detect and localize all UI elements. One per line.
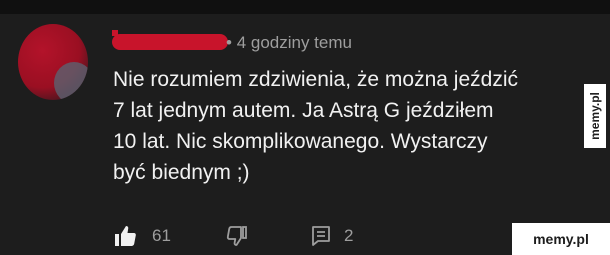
screenshot-frame: • 4 godziny temu Nie rozumiem zdziwienia… [0, 0, 610, 255]
top-divider [0, 0, 610, 14]
avatar-shade [54, 62, 88, 100]
like-count: 61 [152, 226, 171, 245]
comment-line: być biednym ;) [113, 161, 250, 184]
comment-text: Nie rozumiem zdziwienia, że można jeździ… [113, 64, 593, 188]
avatar[interactable] [18, 24, 88, 100]
dislike-button[interactable] [225, 224, 249, 248]
comment-line: 10 lat. Nic skomplikowanego. Wystarczy [113, 130, 488, 153]
comment-line: Nie rozumiem zdziwienia, że można jeździ… [113, 68, 518, 91]
thumbs-up-icon [115, 226, 136, 246]
watermark-corner: memy.pl [512, 223, 610, 255]
watermark-side-text: memy.pl [588, 92, 603, 140]
thumbs-down-icon [226, 226, 247, 246]
comment-timestamp[interactable]: 4 godziny temu [237, 33, 352, 52]
like-button[interactable] [113, 224, 137, 248]
meta-separator: • [226, 33, 232, 52]
watermark-corner-text: memy.pl [533, 231, 589, 247]
watermark-side: memy.pl [584, 84, 606, 148]
author-name-redacted[interactable] [112, 34, 228, 50]
comment-icon [312, 226, 330, 246]
comment-meta: • 4 godziny temu [226, 33, 352, 53]
reply-count: 2 [344, 226, 354, 245]
comment-line: 7 lat jednym autem. Ja Astrą G jeździłem [113, 99, 494, 122]
reply-button[interactable] [309, 224, 333, 248]
